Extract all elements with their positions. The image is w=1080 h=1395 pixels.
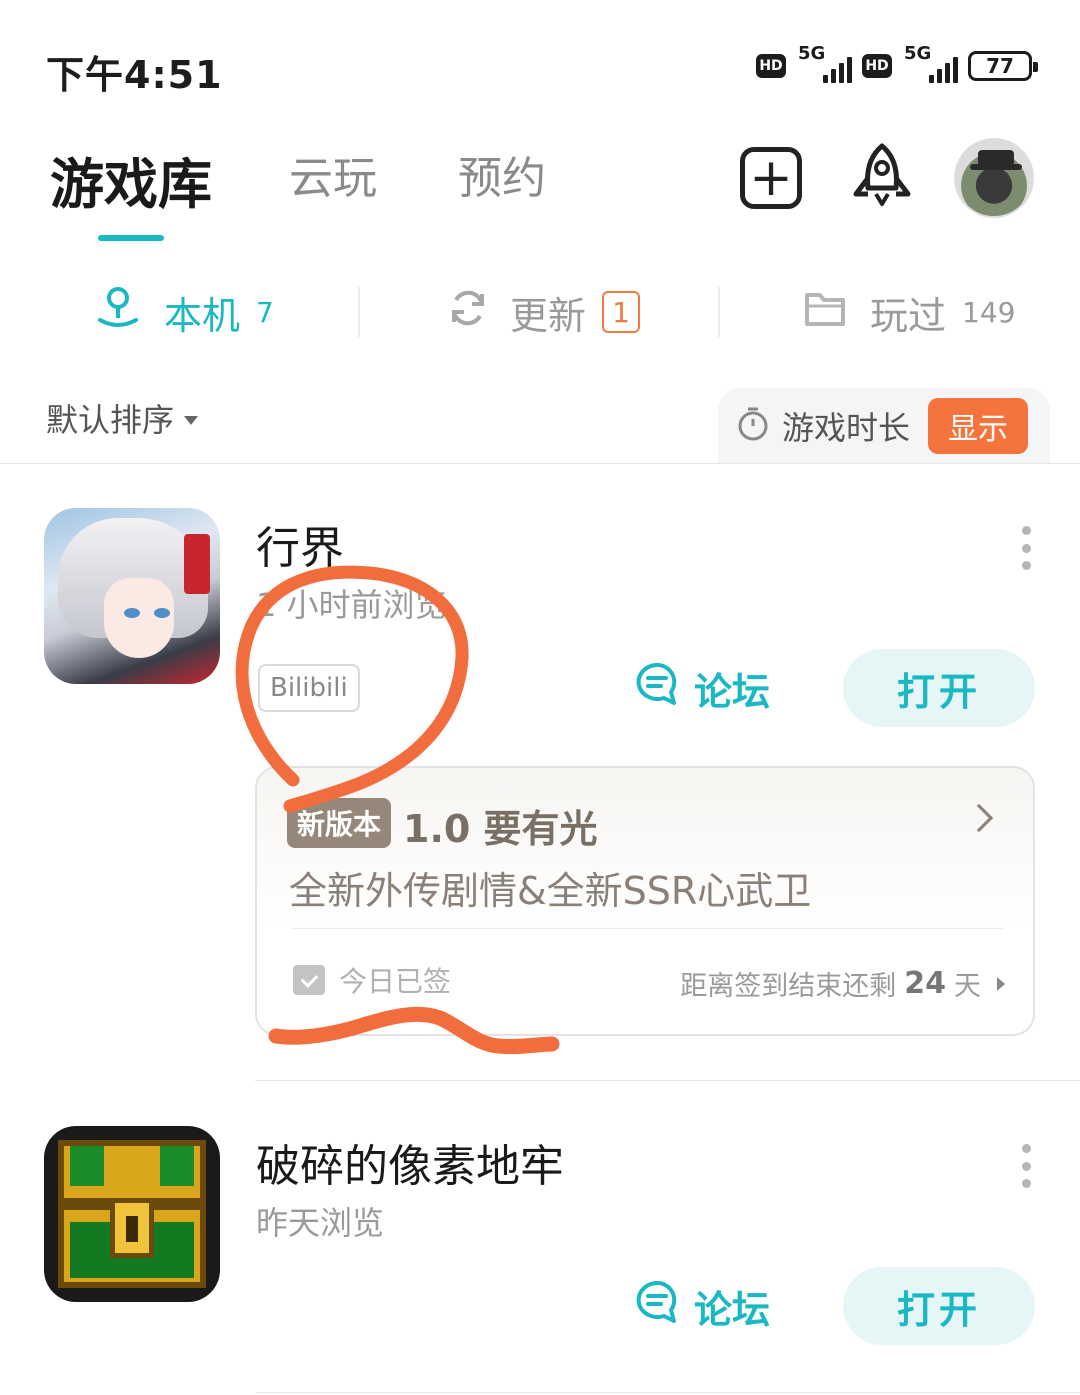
new-version-badge: 新版本 (287, 798, 392, 848)
channel-tag: Bilibili (258, 664, 360, 712)
status-bar: 下午4:51 HD 5G HD 5G 77 (0, 0, 1080, 120)
subtab-played-label: 玩过 (870, 293, 947, 338)
show-playtime-button[interactable]: 显示 (928, 398, 1029, 454)
forum-button[interactable]: 论坛 (634, 648, 770, 728)
divider (358, 287, 360, 337)
forum-label: 论坛 (694, 669, 771, 714)
status-icons: HD 5G HD 5G 77 (756, 43, 1038, 86)
subtab-update-label: 更新 (510, 293, 587, 338)
avatar[interactable] (954, 138, 1034, 218)
tab-game-library[interactable]: 游戏库 (50, 140, 212, 219)
add-icon[interactable]: + (740, 147, 802, 209)
version-card[interactable]: 新版本 1.0 要有光 全新外传剧情&全新SSR心武卫 今日已签 距离签到结束还… (255, 766, 1035, 1036)
subtab-played-count: 149 (962, 295, 1016, 329)
status-time: 下午4:51 (46, 53, 223, 97)
gift-check-icon (293, 965, 325, 995)
hd-icon: HD (862, 54, 892, 78)
battery-icon: 77 (968, 51, 1038, 81)
network-type: 5G (798, 43, 826, 64)
game-icon-xingjie[interactable] (44, 508, 220, 684)
open-button[interactable]: 打开 (843, 1267, 1035, 1345)
playtime-toggle[interactable]: 游戏时长 显示 (718, 388, 1050, 464)
checkin-status: 今日已签 (293, 960, 451, 1000)
signal-icon: 5G (796, 43, 852, 85)
game-last-viewed: 昨天浏览 (256, 1204, 385, 1242)
more-options-icon[interactable] (1018, 1144, 1034, 1188)
sort-label: 默认排序 (46, 401, 175, 439)
refresh-icon (446, 286, 490, 339)
signal-icon: 5G (902, 43, 958, 85)
forum-chat-icon (634, 1279, 680, 1334)
folder-icon (804, 289, 846, 336)
subtab-played[interactable]: 玩过 149 (804, 284, 1015, 340)
rocket-icon[interactable] (846, 140, 918, 212)
chevron-right-icon (964, 803, 994, 833)
tab-cloud-play[interactable]: 云玩 (289, 142, 377, 206)
caret-right-icon (997, 976, 1005, 991)
caret-down-icon (184, 415, 199, 425)
divider (718, 287, 720, 337)
version-description: 全新外传剧情&全新SSR心武卫 (289, 869, 812, 913)
game-icon-pixel-dungeon[interactable] (44, 1126, 220, 1302)
checkin-remaining[interactable]: 距离签到结束还剩 24 天 (680, 964, 1005, 1003)
forum-button[interactable]: 论坛 (634, 1266, 770, 1346)
location-pin-icon (94, 284, 142, 341)
checkin-label: 今日已签 (339, 965, 452, 998)
divider (255, 1080, 1080, 1081)
game-title[interactable]: 行界 (256, 512, 344, 576)
subtab-local-label: 本机 (164, 293, 241, 338)
divider (0, 463, 1080, 464)
version-title: 1.0 要有光 (403, 807, 598, 851)
subtab-local-count: 7 (256, 295, 274, 329)
divider (255, 1392, 1080, 1393)
tab-indicator (98, 235, 164, 241)
sort-dropdown[interactable]: 默认排序 (46, 395, 199, 441)
playtime-label: 游戏时长 (782, 409, 911, 447)
more-options-icon[interactable] (1018, 526, 1034, 570)
stopwatch-icon (736, 406, 770, 446)
game-title[interactable]: 破碎的像素地牢 (256, 1130, 564, 1194)
network-type: 5G (904, 43, 932, 64)
update-count-badge: 1 (602, 291, 641, 333)
divider (291, 928, 1003, 929)
remain-suffix: 天 (954, 971, 981, 1002)
remain-days: 24 (904, 966, 946, 1001)
forum-chat-icon (634, 661, 680, 716)
game-last-viewed: 1 小时前浏览 (256, 586, 447, 624)
subtab-update[interactable]: 更新 1 (446, 284, 641, 340)
tab-reservation[interactable]: 预约 (458, 142, 546, 206)
open-button[interactable]: 打开 (843, 649, 1035, 727)
subtab-local[interactable]: 本机 7 (94, 284, 274, 340)
forum-label: 论坛 (694, 1287, 771, 1332)
hd-icon: HD (756, 54, 786, 78)
remain-prefix: 距离签到结束还剩 (680, 971, 897, 1002)
